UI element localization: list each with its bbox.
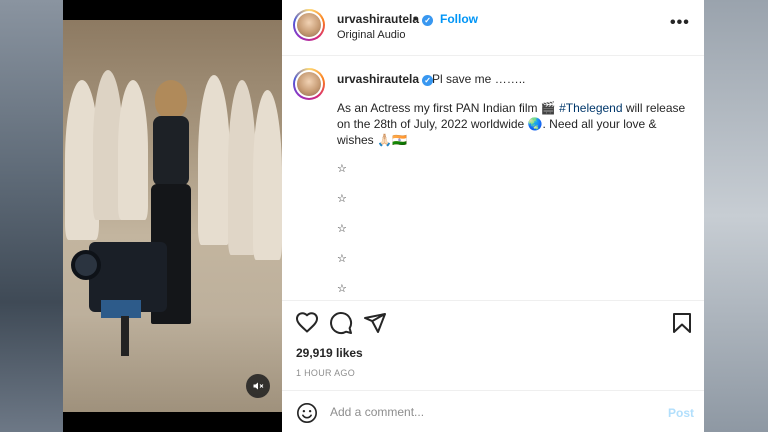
follow-button[interactable]: Follow [440, 12, 478, 26]
dot-separator: • [413, 12, 418, 26]
caption-body: As an Actress my first PAN Indian film 🎬… [337, 101, 686, 147]
star-symbol: ☆ [337, 163, 347, 175]
background-left-blur [0, 0, 63, 432]
post-timestamp[interactable]: 1 HOUR AGO [296, 368, 355, 378]
crowd-figure [228, 80, 256, 255]
star-symbol: ☆ [337, 283, 347, 295]
star-symbol: ☆ [337, 253, 347, 265]
caption-first-line: Pl save me …….. [432, 72, 526, 86]
post-media-video[interactable] [63, 0, 282, 432]
star-symbol: ☆ [337, 223, 347, 235]
film-camera [71, 220, 181, 356]
verified-badge-icon: ✓ [422, 15, 434, 26]
post-comment-button[interactable]: Post [668, 406, 694, 420]
smiley-icon[interactable] [296, 402, 318, 424]
background-right-blur [704, 0, 768, 432]
paper-plane-icon[interactable] [363, 311, 387, 335]
audio-link[interactable]: Original Audio [337, 29, 406, 41]
media-bottom-bar [63, 412, 282, 432]
comment-bubble-icon[interactable] [329, 311, 353, 335]
camera-lens [71, 250, 101, 280]
media-top-bar [63, 0, 282, 20]
post-caption: urvashirautela ✓ Pl save me …….. As an Ac… [282, 56, 704, 300]
caption-username[interactable]: urvashirautela ✓ [337, 72, 434, 86]
avatar[interactable] [293, 68, 325, 100]
actress-top [153, 116, 189, 186]
avatar[interactable] [293, 9, 325, 41]
more-options-button[interactable]: ••• [670, 14, 690, 32]
comment-input[interactable] [330, 401, 650, 423]
like-count[interactable]: 29,919 likes [296, 346, 363, 360]
video-frame [63, 20, 282, 412]
camera-stand [121, 316, 129, 356]
comment-bar: Post [282, 390, 704, 432]
bookmark-icon[interactable] [670, 311, 694, 335]
hashtag-link[interactable]: #Thelegend [559, 101, 622, 115]
star-symbol: ☆ [337, 193, 347, 205]
actress-hair [155, 80, 187, 118]
crowd-figure [253, 90, 282, 260]
crowd-figure [198, 75, 230, 245]
speaker-muted-icon [253, 382, 264, 390]
post-panel: urvashirautela ✓ • Follow Original Audio … [282, 0, 704, 432]
mute-button[interactable] [246, 374, 270, 398]
heart-icon[interactable] [295, 311, 319, 335]
action-bar [282, 300, 704, 344]
header-username[interactable]: urvashirautela ✓ [337, 12, 434, 26]
post-header: urvashirautela ✓ • Follow Original Audio … [282, 0, 704, 56]
crowd-figure [118, 80, 148, 220]
